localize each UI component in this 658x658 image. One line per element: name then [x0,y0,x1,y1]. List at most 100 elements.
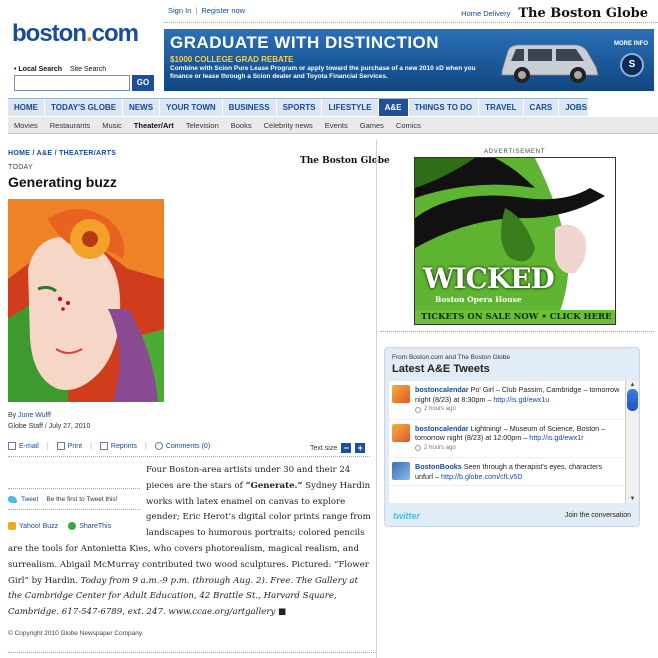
comments-button[interactable]: Comments (0) [154,442,210,450]
divider [8,652,376,653]
wicked-ad[interactable]: WICKED Boston Opera House TICKETS ON SAL… [414,157,616,325]
tweet-user-link[interactable]: bostoncalendar [415,424,469,433]
divider [380,331,654,332]
top-right-links: Home Delivery The Boston Globe [461,6,648,21]
byline: By June Wulff [8,412,51,419]
nav-tab-cars[interactable]: CARS [524,99,560,116]
tweet-item: BostonBooks Seen through a therapist's e… [389,458,625,486]
go-button[interactable]: GO [132,75,154,91]
boston-com-logo[interactable]: boston.com [12,20,139,48]
banner-headline: GRADUATE WITH DISTINCTION [170,33,440,52]
site-search-tab[interactable]: Site Search [70,66,106,73]
divider [8,456,370,457]
clock-icon [415,445,421,452]
author-link[interactable]: June Wulff [18,412,51,419]
wicked-cta[interactable]: TICKETS ON SALE NOW • CLICK HERE [415,310,615,324]
copyright: © Copyright 2010 Globe Newspaper Company… [8,630,144,637]
subnav-item-events[interactable]: Events [325,117,348,134]
nav-tab-today-s-globe[interactable]: TODAY'S GLOBE [45,99,124,116]
scroll-down-icon[interactable]: ▼ [628,495,637,503]
subnav-item-theater-art[interactable]: Theater/Art [134,117,174,134]
scion-banner-ad[interactable]: GRADUATE WITH DISTINCTION $1000 COLLEGE … [164,29,654,91]
subnav-item-books[interactable]: Books [231,117,252,134]
text-size-label: Text size [310,444,338,452]
scrollbar-thumb[interactable] [627,389,638,411]
nav-tab-your-town[interactable]: YOUR TOWN [160,99,223,116]
wicked-title: WICKED [423,262,555,295]
tweet-link[interactable]: http://is.gd/ewx1u [493,395,549,404]
nav-tab-home[interactable]: HOME [8,99,45,116]
tweet-item: bostoncalendar Po' Girl – Club Passim, C… [389,381,625,420]
avatar[interactable] [392,385,410,403]
email-button[interactable]: E-mail [8,442,39,450]
search-tabs: • Local Search Site Search [14,66,106,73]
tweets-scrollbar[interactable]: ▲ ▼ [625,381,638,503]
car-image [501,44,599,83]
email-icon [8,442,16,450]
more-info-link[interactable]: MORE INFO [614,41,648,47]
subnav-item-restaurants[interactable]: Restaurants [50,117,90,134]
nav-tab-news[interactable]: NEWS [123,99,161,116]
main-nav: HOME TODAY'S GLOBE NEWS YOUR TOWN BUSINESS SP… [8,98,595,116]
register-link[interactable]: Register now [201,6,245,15]
avatar[interactable] [392,462,410,480]
print-button[interactable]: Print [56,442,82,450]
tweet-link[interactable]: http://is.gd/ewx1r [529,433,583,442]
subnav-item-music[interactable]: Music [102,117,122,134]
nav-tab-business[interactable]: BUSINESS [223,99,277,116]
nav-tab-lifestyle[interactable]: LIFESTYLE [322,99,379,116]
text-larger-button[interactable]: + [355,443,366,453]
tweets-list[interactable]: bostoncalendar Po' Girl – Club Passim, C… [389,381,625,503]
search-input[interactable] [14,75,130,91]
subnav-item-comics[interactable]: Comics [396,117,421,134]
divider [164,22,658,23]
banner-subhead: $1000 COLLEGE GRAD REBATE [170,55,294,64]
print-icon [56,442,65,450]
nav-tab-things-to-do[interactable]: THINGS TO DO [409,99,480,116]
breadcrumb[interactable]: HOME / A&E / THEATER/ARTS [8,150,116,157]
tweet-link[interactable]: http://b.globe.com/cfLv5D [441,472,523,481]
page-title: Generating buzz [8,174,117,190]
account-links: Sign In | Register now [168,6,246,15]
scroll-up-icon[interactable]: ▲ [628,381,637,389]
subnav-item-movies[interactable]: Movies [14,117,38,134]
ad-label: ADVERTISEMENT [484,149,546,155]
subnav-item-television[interactable]: Television [186,117,219,134]
article-tools: E-mail | Print | Reprints | Comments (0) [8,442,210,450]
article-date: July 27, 2010 [48,423,91,430]
text-size-control: Text size − + [310,443,366,453]
comment-icon [154,442,163,450]
tweet-user-link[interactable]: BostonBooks [415,462,462,471]
twitter-logo[interactable]: twitter [393,511,420,521]
article-body: Four Boston-area artists under 30 and th… [8,465,371,618]
sign-in-link[interactable]: Sign In [168,6,191,15]
show-title: “Generate.” [245,480,303,491]
scion-logo-icon: S [620,53,644,77]
dateline: Globe Staff / July 27, 2010 [8,423,91,430]
nav-tab-sports[interactable]: SPORTS [277,99,323,116]
text-smaller-button[interactable]: − [341,443,352,453]
kicker: TODAY [8,164,33,171]
local-search-tab[interactable]: • Local Search [14,66,62,73]
join-conversation-link[interactable]: Join the conversation [565,512,631,519]
column-divider [376,140,377,658]
subnav-item-celebrity-news[interactable]: Celebrity news [264,117,313,134]
home-delivery-link[interactable]: Home Delivery [461,9,510,18]
reprints-button[interactable]: Reprints [99,442,137,450]
sub-nav: Movies Restaurants Music Theater/Art Televis… [8,117,658,134]
tweets-heading: Latest A&E Tweets [392,363,490,375]
tweet-item: bostoncalendar Lightning! – Museum of Sc… [389,420,625,458]
boston-globe-masthead[interactable]: The Boston Globe [518,6,648,21]
logo-tld: com [91,20,139,47]
tweet-user-link[interactable]: bostoncalendar [415,385,469,394]
wicked-venue: Boston Opera House [435,295,522,304]
nav-tab-a-e[interactable]: A&E [378,99,409,116]
reprints-icon [99,442,108,450]
banner-text: Combine with Scion Pure Lease Program or… [170,65,476,80]
flower-girl-artwork [8,199,164,402]
logo-main: boston [12,20,87,47]
avatar[interactable] [392,423,410,442]
nav-tab-jobs[interactable]: JOBS [559,99,595,116]
subnav-item-games[interactable]: Games [360,117,384,134]
nav-tab-travel[interactable]: TRAVEL [479,99,524,116]
